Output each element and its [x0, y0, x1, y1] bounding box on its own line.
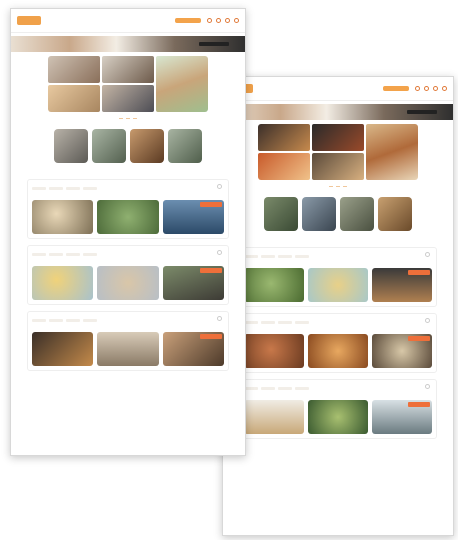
card-photo[interactable] [244, 400, 304, 434]
banner-cta-button[interactable] [407, 110, 437, 114]
card-photos [244, 268, 432, 306]
bookmark-icon[interactable] [425, 384, 430, 389]
bookmark-icon[interactable] [217, 250, 222, 255]
reserve-button[interactable] [408, 270, 430, 275]
bookmark-icon[interactable] [425, 318, 430, 323]
card-photo[interactable] [32, 266, 94, 300]
card-photo[interactable] [308, 268, 368, 302]
top-nav [11, 9, 245, 33]
reserve-button[interactable] [408, 402, 430, 407]
category-tile[interactable] [92, 129, 126, 163]
top-nav [223, 77, 453, 101]
heart-icon[interactable] [424, 86, 429, 91]
nav-icons [207, 18, 239, 23]
bookmark-icon[interactable] [217, 184, 222, 189]
hero-collage [48, 56, 208, 112]
promo-banner[interactable] [223, 104, 453, 120]
card-tags [244, 321, 432, 324]
user-icon[interactable] [415, 86, 420, 91]
user-icon[interactable] [207, 18, 212, 23]
card-photo[interactable] [97, 332, 159, 366]
page-screenshot-left [10, 8, 246, 456]
site-logo[interactable] [17, 16, 41, 25]
hero-link[interactable] [119, 118, 123, 119]
hero-photo-3 [156, 56, 208, 112]
hero-links [11, 118, 245, 119]
restaurant-card[interactable] [239, 247, 437, 307]
card-photo[interactable] [308, 334, 368, 368]
card-tags [32, 253, 224, 256]
hero-photo-4 [258, 153, 310, 180]
card-photos [32, 200, 224, 238]
heart-icon[interactable] [216, 18, 221, 23]
search-icon[interactable] [433, 86, 438, 91]
nav-icons [415, 86, 447, 91]
card-tags [32, 319, 224, 322]
category-tile[interactable] [130, 129, 164, 163]
card-photo[interactable] [244, 334, 304, 368]
category-tiles [11, 129, 245, 163]
banner-cta-button[interactable] [199, 42, 229, 46]
card-photos [244, 400, 432, 438]
card-photo[interactable] [244, 268, 304, 302]
hero-photo-1 [258, 124, 310, 151]
restaurant-card[interactable] [27, 311, 229, 371]
card-tags [32, 187, 224, 190]
category-tile[interactable] [264, 197, 298, 231]
hero-link[interactable] [126, 118, 130, 119]
hero-link[interactable] [133, 118, 137, 119]
hero-link[interactable] [336, 186, 340, 187]
card-photos [244, 334, 432, 372]
reserve-button[interactable] [408, 336, 430, 341]
hero-photo-4 [48, 85, 100, 112]
reserve-button[interactable] [200, 202, 222, 207]
card-photo[interactable] [32, 332, 94, 366]
hero-photo-1 [48, 56, 100, 83]
category-tiles [223, 197, 453, 231]
category-tile[interactable] [302, 197, 336, 231]
card-photos [32, 266, 224, 304]
reserve-button[interactable] [200, 334, 222, 339]
promo-banner[interactable] [11, 36, 245, 52]
card-tags [244, 255, 432, 258]
nav-active-tab[interactable] [383, 86, 409, 91]
bookmark-icon[interactable] [217, 316, 222, 321]
category-tile[interactable] [168, 129, 202, 163]
hero-photo-3 [366, 124, 418, 180]
restaurant-card[interactable] [27, 245, 229, 305]
restaurant-card[interactable] [27, 179, 229, 239]
category-tile[interactable] [378, 197, 412, 231]
hero-link[interactable] [329, 186, 333, 187]
restaurant-card[interactable] [239, 379, 437, 439]
card-photo[interactable] [32, 200, 94, 234]
search-icon[interactable] [225, 18, 230, 23]
page-screenshot-right [222, 76, 454, 536]
hero-links [223, 186, 453, 187]
hero-photo-5 [102, 85, 154, 112]
hero-collage [258, 124, 418, 180]
nav-active-tab[interactable] [175, 18, 201, 23]
bookmark-icon[interactable] [425, 252, 430, 257]
category-tile[interactable] [54, 129, 88, 163]
category-tile[interactable] [340, 197, 374, 231]
hero-photo-2 [312, 124, 364, 151]
restaurant-card[interactable] [239, 313, 437, 373]
card-photo[interactable] [97, 266, 159, 300]
card-photo[interactable] [97, 200, 159, 234]
card-tags [244, 387, 432, 390]
menu-icon[interactable] [442, 86, 447, 91]
card-photo[interactable] [308, 400, 368, 434]
card-photos [32, 332, 224, 370]
hero-photo-5 [312, 153, 364, 180]
reserve-button[interactable] [200, 268, 222, 273]
hero-photo-2 [102, 56, 154, 83]
hero-link[interactable] [343, 186, 347, 187]
menu-icon[interactable] [234, 18, 239, 23]
